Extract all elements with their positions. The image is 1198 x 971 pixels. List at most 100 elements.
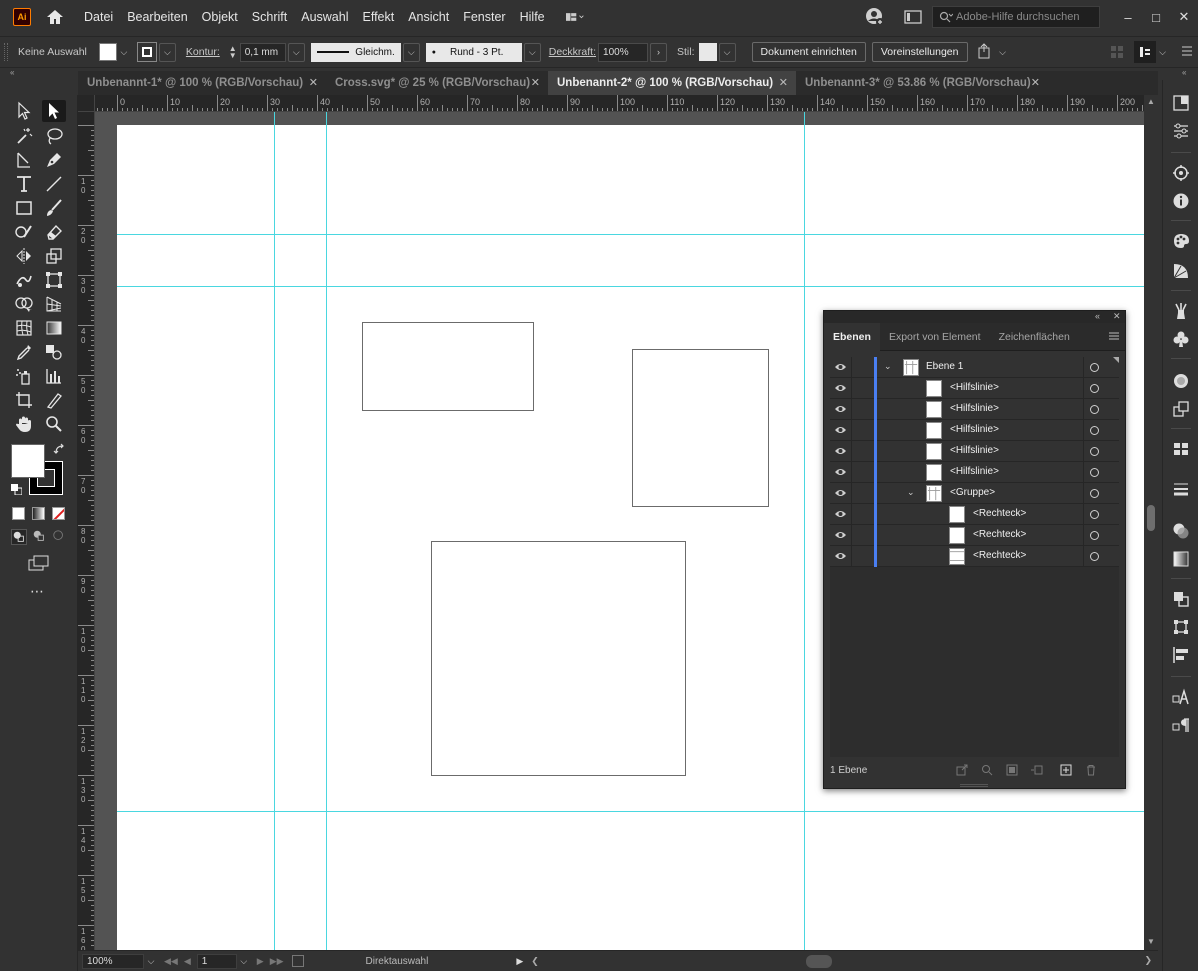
scroll-up-arrow[interactable]: ▲ [1147, 97, 1155, 106]
warp-tool-icon[interactable] [12, 269, 36, 291]
vertical-scroll-thumb[interactable] [1147, 505, 1155, 531]
screen-mode-icon[interactable] [28, 555, 50, 571]
gradient-mode-icon[interactable] [32, 507, 45, 520]
align-panel-icon[interactable] [1172, 646, 1190, 664]
vertical-scrollbar[interactable]: ▲ ▼ [1144, 95, 1158, 950]
layer-row[interactable]: <Hilfslinie> [830, 462, 1119, 483]
target-circle-icon[interactable] [1090, 447, 1099, 456]
expand-chevron-icon[interactable]: ⌄ [907, 487, 915, 498]
tab-close-icon[interactable]: ✕ [779, 76, 788, 89]
minimize-button[interactable]: – [1114, 10, 1142, 25]
menu-schrift[interactable]: Schrift [245, 0, 294, 34]
delete-layer-icon[interactable] [1085, 764, 1097, 776]
make-clipping-mask-icon[interactable] [1006, 764, 1018, 776]
transform-panel-icon[interactable] [1172, 618, 1190, 636]
last-artboard-button[interactable]: ▶▶ [270, 956, 284, 967]
rectangle-shape[interactable] [431, 541, 686, 776]
scale-tool-icon[interactable] [42, 245, 66, 267]
target-circle-icon[interactable] [1090, 510, 1099, 519]
layer-row[interactable]: <Hilfslinie> [830, 399, 1119, 420]
navigator-panel-icon[interactable] [1172, 164, 1190, 182]
rectangle-shape[interactable] [632, 349, 769, 507]
style-swatch[interactable] [698, 43, 717, 61]
control-bar-grip[interactable] [4, 43, 8, 61]
shape-builder-tool-icon[interactable] [12, 293, 36, 315]
arrange-dropdown[interactable]: ⌵ [996, 42, 1010, 62]
menu-fenster[interactable]: Fenster [456, 0, 512, 34]
layer-row[interactable]: <Hilfslinie> [830, 441, 1119, 462]
tab-unbenannt-3[interactable]: Unbenannt-3* @ 53.86 % (RGB/Vorschau) ✕ [796, 71, 1048, 95]
panel-menu-icon[interactable] [1109, 331, 1119, 341]
new-sublayer-icon[interactable] [1031, 764, 1043, 776]
symbols-panel-icon[interactable] [1172, 330, 1190, 348]
tab-export-von-element[interactable]: Export von Element [880, 323, 990, 351]
color-panel-icon[interactable] [1172, 232, 1190, 250]
menu-effekt[interactable]: Effekt [355, 0, 401, 34]
swap-colors-icon[interactable] [53, 443, 67, 457]
appearance-panel-icon[interactable] [1172, 372, 1190, 390]
visibility-eye-icon[interactable] [834, 362, 847, 372]
layers-panel-header[interactable]: « ✕ [824, 311, 1125, 323]
perspective-grid-tool-icon[interactable] [42, 293, 66, 315]
panel-close-icon[interactable]: ✕ [1113, 311, 1121, 322]
panel-resize-handle[interactable] [960, 784, 988, 787]
expand-chevron-icon[interactable]: ⌄ [884, 361, 892, 372]
opacity-arrow[interactable]: › [650, 42, 668, 62]
reflect-tool-icon[interactable] [12, 245, 36, 267]
visibility-eye-icon[interactable] [834, 551, 847, 561]
artboard-navigator-icon[interactable] [291, 955, 304, 967]
horizontal-ruler[interactable]: 0 10 20 30 40 50 60 70 80 90 100 110 120 130 140 150 160… [95, 95, 1144, 112]
scroll-right-arrow[interactable]: ❯ [1144, 955, 1152, 966]
brush-dropdown[interactable]: ⌵ [523, 42, 541, 62]
gradient-panel-icon[interactable] [1172, 550, 1190, 568]
symbol-sprayer-tool-icon[interactable] [12, 365, 36, 387]
next-artboard-button[interactable]: ▶ [257, 956, 264, 967]
brushes-panel-icon[interactable] [1172, 302, 1190, 320]
tab-close-icon[interactable]: ✕ [309, 76, 318, 89]
character-panel-icon[interactable] [1172, 688, 1190, 706]
target-circle-icon[interactable] [1090, 468, 1099, 477]
panel-collapse-icon[interactable]: « [1095, 311, 1100, 321]
pathfinder-panel-icon[interactable] [1172, 590, 1190, 608]
draw-behind-icon[interactable] [32, 529, 48, 545]
tab-zeichenflaechen[interactable]: Zeichenflächen [990, 323, 1079, 351]
draw-inside-icon[interactable] [52, 529, 68, 545]
eraser-tool-icon[interactable] [42, 221, 66, 243]
artboard-tool-icon[interactable] [12, 389, 36, 411]
tab-close-icon[interactable]: ✕ [1031, 76, 1040, 89]
direct-selection-tool-icon[interactable] [42, 100, 66, 122]
status-menu-arrow[interactable]: ▶ [516, 956, 523, 967]
visibility-eye-icon[interactable] [834, 467, 847, 477]
stroke-weight-stepper[interactable]: ▲ ▼ [226, 42, 240, 62]
layer-row[interactable]: <Rechteck> [830, 504, 1119, 525]
blend-tool-icon[interactable] [42, 341, 66, 363]
stroke-label[interactable]: Kontur: [186, 46, 220, 58]
rectangle-tool-icon[interactable] [12, 197, 36, 219]
properties-panel-icon[interactable] [1172, 94, 1190, 112]
vertical-guide[interactable] [326, 112, 327, 950]
align-icon[interactable] [1110, 45, 1124, 59]
column-graph-tool-icon[interactable] [42, 365, 66, 387]
brush-select[interactable]: ● Rund - 3 Pt. [425, 42, 522, 62]
first-artboard-button[interactable]: ◀◀ [164, 956, 178, 967]
visibility-eye-icon[interactable] [834, 425, 847, 435]
control-bar-menu-icon[interactable] [1180, 45, 1194, 60]
fill-dropdown[interactable]: ⌵ [117, 42, 131, 62]
visibility-eye-icon[interactable] [834, 446, 847, 456]
stroke-swatch[interactable] [136, 42, 157, 62]
artboard-number-field[interactable]: 1 [196, 953, 237, 969]
adjustments-panel-icon[interactable] [1172, 122, 1190, 140]
slice-tool-icon[interactable] [42, 389, 66, 411]
target-circle-icon[interactable] [1090, 552, 1099, 561]
layers-empty-area[interactable] [830, 567, 1119, 757]
document-setup-button[interactable]: Dokument einrichten [751, 42, 866, 62]
lasso-tool-icon[interactable] [42, 125, 66, 147]
target-circle-icon[interactable] [1090, 363, 1099, 372]
opacity-label[interactable]: Deckkraft: [549, 46, 596, 58]
horizontal-scroll-thumb[interactable] [806, 955, 832, 968]
pen-tool-icon[interactable] [42, 149, 66, 171]
visibility-eye-icon[interactable] [834, 383, 847, 393]
gradient-tool-icon[interactable] [42, 317, 66, 339]
menu-hilfe[interactable]: Hilfe [513, 0, 552, 34]
draw-normal-icon[interactable] [11, 529, 27, 545]
